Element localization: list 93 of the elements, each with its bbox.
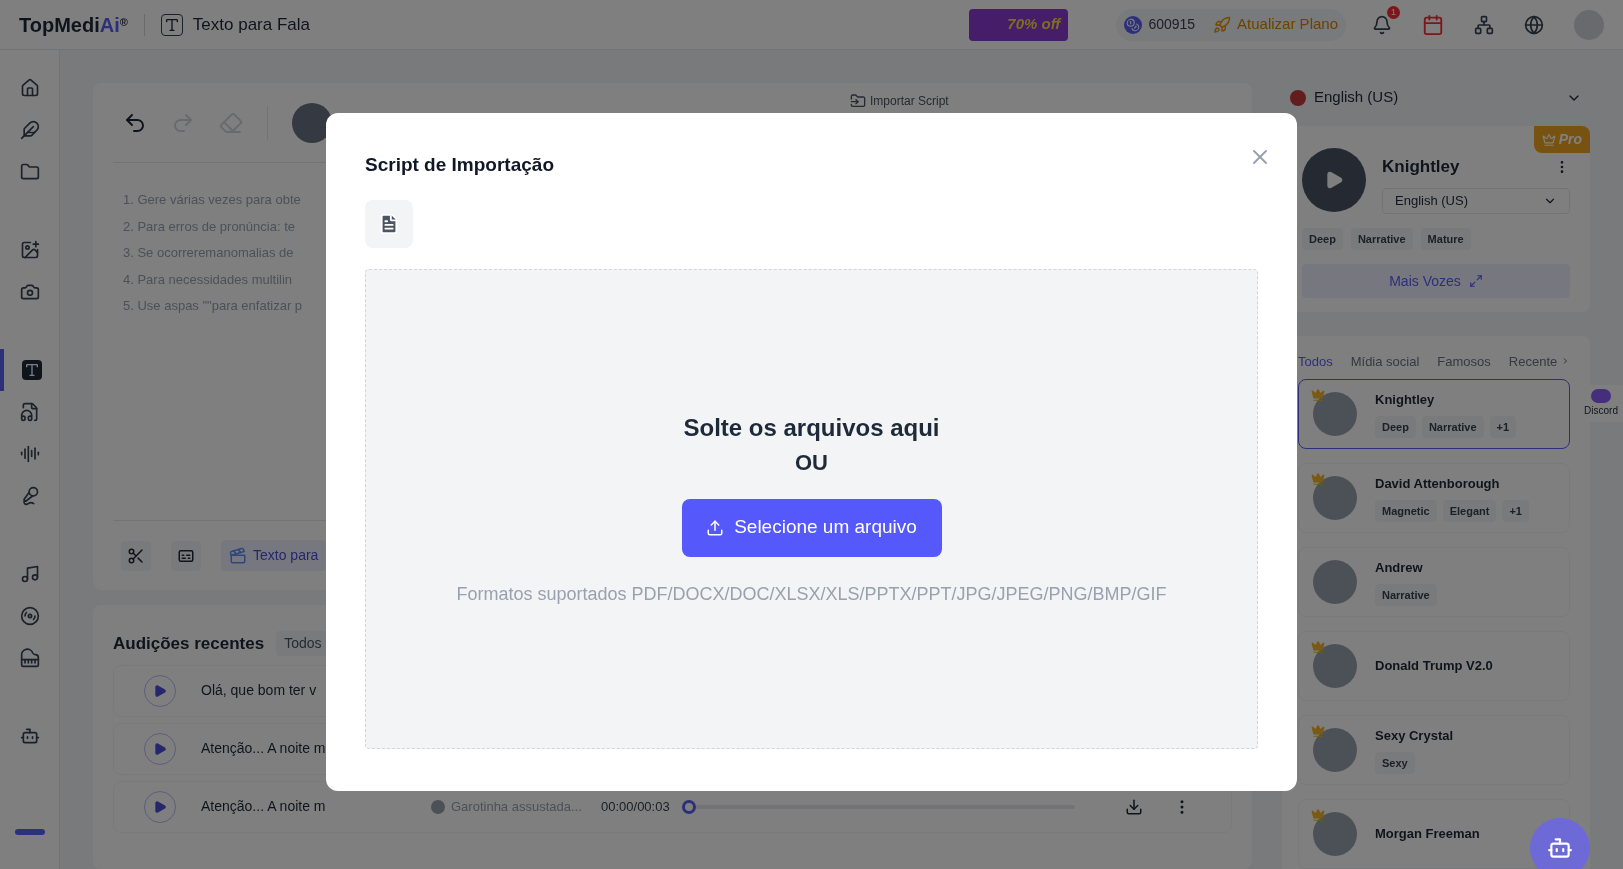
voice-tab[interactable]: Todos: [1298, 351, 1333, 371]
recent-text: Olá, que bom ter v: [201, 681, 318, 700]
voice-name: Morgan Freeman: [1375, 825, 1480, 844]
voice-avatar: [1313, 728, 1357, 772]
voice-tag: Deep: [1302, 228, 1343, 251]
audio-wave-icon: [19, 444, 40, 464]
drop-title: Solte os arquivos aqui: [683, 412, 940, 443]
voice-avatar: [431, 799, 445, 814]
disc-icon: [19, 606, 40, 626]
expand-icon: [1468, 274, 1483, 289]
music-icon: [19, 564, 40, 584]
voice-item[interactable]: Donald Trump V2.0: [1298, 631, 1570, 701]
document-icon: [378, 212, 400, 235]
notification-badge: 1: [1387, 5, 1400, 19]
recent-text: Atenção... A noite m: [201, 797, 327, 816]
notification-icon[interactable]: [1372, 14, 1392, 35]
bot-icon: [19, 726, 40, 746]
bot-icon: [1547, 835, 1573, 861]
drop-or: OU: [795, 448, 828, 477]
play-icon: [1324, 170, 1344, 191]
pro-badge: Pro: [1533, 126, 1590, 154]
document-tab[interactable]: [365, 199, 413, 248]
credits-icon: [1124, 15, 1143, 34]
voice-language-select[interactable]: English (US): [1382, 188, 1570, 214]
download-icon[interactable]: [1125, 797, 1143, 816]
voice-tag: Narrative: [1350, 228, 1413, 251]
calendar-icon[interactable]: [1422, 13, 1444, 36]
voice-tag: Elegant: [1442, 499, 1497, 522]
voice-tag: Narrative: [1421, 415, 1484, 438]
rocket-icon: [1213, 15, 1232, 34]
home-icon: [19, 78, 40, 98]
language-select[interactable]: English (US): [1282, 83, 1590, 113]
clapperboard-icon: [229, 546, 247, 565]
voice-avatar: [1313, 812, 1357, 856]
section-title: Audições recentes: [113, 633, 265, 655]
logo[interactable]: TopMediAi$^{®}$: [19, 9, 128, 40]
voice-tag: Narrative: [1375, 583, 1437, 606]
network-icon[interactable]: [1474, 14, 1494, 35]
dialog-title: Script de Importação: [365, 153, 554, 177]
drop-zone[interactable]: Solte os arquivos aqui OU Selecione um arquivo Formatos suportados PDF/DOCX/DOC/XLSX/XLS/PPTX/PPT/JPG/JPEG/PNG/BMP/GIF: [365, 268, 1258, 749]
voice-avatar: [1313, 644, 1357, 688]
text-to-speech-icon: [160, 13, 183, 36]
voice-avatar: [1313, 392, 1357, 436]
select-file-button[interactable]: Selecione um arquivo: [681, 498, 942, 557]
voice-avatar: [1313, 560, 1357, 604]
duration: 00:00/00:03: [601, 797, 670, 816]
folder-icon: [19, 162, 40, 182]
play-icon: [153, 799, 167, 814]
promo-banner[interactable]: 70% off: [969, 8, 1069, 41]
voice-tag: Sexy: [1375, 751, 1415, 774]
voice-name: Sexy Crystal: [1375, 727, 1454, 745]
scissors-icon[interactable]: [121, 540, 151, 571]
formats-text: Formatos suportados PDF/DOCX/DOC/XLSX/XLS/PPTX/PPT/JPG/JPEG/PNG/BMP/GIF: [456, 582, 1167, 606]
recent-text: Atenção... A noite m: [201, 739, 327, 758]
feather-icon: [19, 120, 40, 140]
flag-icon: [1290, 89, 1306, 106]
voice-name: David Attenborough: [1375, 475, 1501, 493]
voice-tag: Deep: [1375, 415, 1416, 438]
image-plus-icon: [19, 240, 40, 260]
progress-knob[interactable]: [681, 799, 696, 814]
voice-name: Andrew: [1375, 559, 1424, 577]
credits-count: 600915: [1148, 15, 1196, 34]
voice-tab[interactable]: Famosos: [1437, 351, 1491, 371]
voice-item[interactable]: Knightley Deep Narrative +1: [1298, 379, 1570, 449]
play-icon: [153, 683, 167, 698]
voice-item[interactable]: Andrew Narrative: [1298, 547, 1570, 617]
voice-item[interactable]: Sexy Crystal Sexy: [1298, 715, 1570, 785]
subtitles-icon[interactable]: [171, 540, 201, 571]
voice-avatar: [1313, 476, 1357, 520]
text-icon: [21, 360, 42, 380]
import-script-button[interactable]: Importar Script: [850, 91, 949, 110]
voice-tag: +1: [1489, 415, 1517, 438]
page-title: Texto para Fala: [192, 13, 311, 36]
camera-icon: [19, 282, 40, 302]
voice-avatar[interactable]: [292, 102, 332, 143]
more-voices-button[interactable]: Mais Vozes: [1302, 264, 1570, 299]
voice-name: Donald Trump V2.0: [1375, 657, 1493, 676]
mode-button[interactable]: Texto para: [221, 540, 327, 571]
voice-tag: +1: [1502, 499, 1529, 522]
piano-icon: [19, 648, 40, 668]
audio-file-icon: [19, 402, 40, 422]
crown-icon: [1541, 133, 1556, 147]
voice-tag: Magnetic: [1375, 499, 1437, 522]
voice-item[interactable]: David Attenborough Magnetic Elegant +1: [1298, 463, 1570, 533]
voice-name: Knightley: [1375, 391, 1436, 409]
voice-tab[interactable]: Mídia social: [1350, 351, 1420, 371]
voice-name: Knightley: [1382, 156, 1460, 179]
upload-icon: [706, 518, 725, 537]
voice-tab[interactable]: Recente: [1508, 351, 1558, 371]
folder-icon: [850, 92, 866, 109]
play-icon: [153, 741, 167, 756]
globe-icon[interactable]: [1524, 14, 1544, 35]
voice-tag: Mature: [1420, 228, 1471, 251]
